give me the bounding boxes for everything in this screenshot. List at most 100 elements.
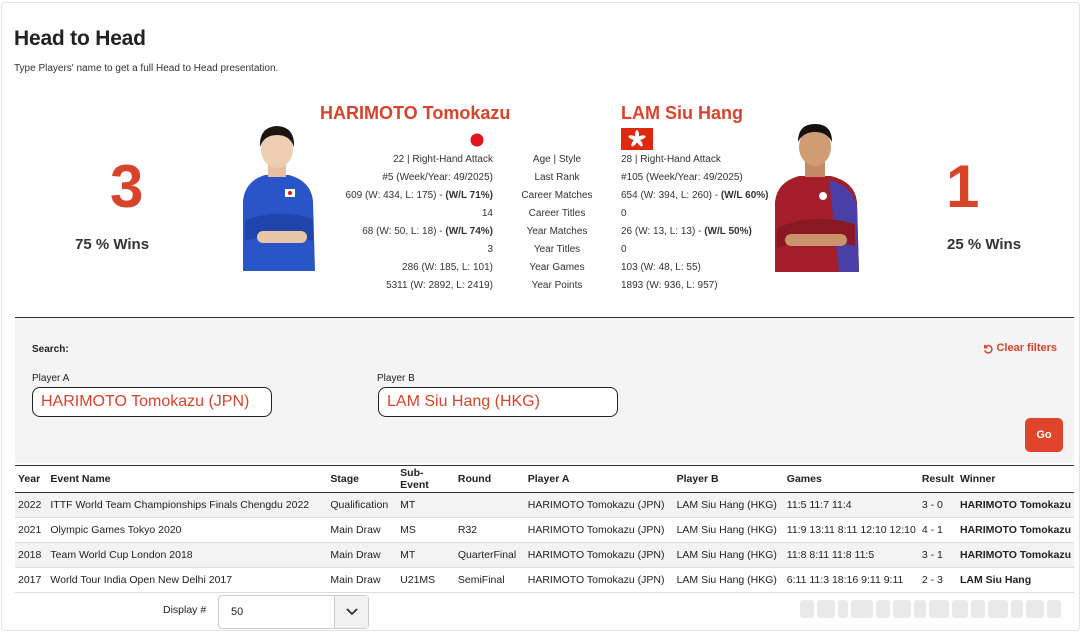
col-games[interactable]: Games	[783, 465, 919, 493]
col-winner[interactable]: Winner	[956, 465, 1074, 493]
go-button[interactable]: Go	[1025, 418, 1063, 452]
col-result[interactable]: Result	[918, 465, 957, 493]
cell-event-name: ITTF World Team Championships Finals Che…	[47, 492, 328, 518]
label-career-matches: Career Matches	[521, 190, 593, 201]
player-a-wins: 75 % Wins	[75, 236, 150, 253]
player-a-score: 3	[110, 153, 144, 220]
player-b-wins: 25 % Wins	[947, 236, 1022, 253]
label-career-titles: Career Titles	[528, 208, 586, 219]
table-row: 2017 World Tour India Open New Delhi 201…	[15, 567, 1074, 593]
cell-sub-event: U21MS	[397, 567, 455, 593]
japan-flag-icon	[469, 132, 485, 148]
cell-player-a-link[interactable]: HARIMOTO Tomokazu (JPN)	[524, 542, 674, 568]
player-b-career-titles: 0	[621, 208, 627, 219]
cell-stage: Main Draw	[327, 567, 398, 593]
label-year-matches: Year Matches	[526, 226, 588, 237]
player-a-stats: 22 | Right-Hand Attack #5 (Week/Year: 49…	[330, 151, 493, 295]
col-event-name[interactable]: Event Name	[47, 465, 328, 493]
search-label: Search:	[32, 344, 69, 355]
label-year-games: Year Games	[529, 262, 585, 273]
player-b-last-rank: #105 (Week/Year: 49/2025)	[621, 172, 743, 183]
player-a-year-points: 5311 (W: 2892, L: 2419)	[386, 280, 493, 291]
player-b-career-matches: 654 (W: 394, L: 260) - (W/L 60%)	[621, 190, 769, 201]
cell-player-a-link[interactable]: HARIMOTO Tomokazu (JPN)	[524, 492, 674, 518]
col-year[interactable]: Year	[15, 465, 48, 493]
player-a-last-rank: #5 (Week/Year: 49/2025)	[382, 172, 493, 183]
stat-labels: Age | Style Last Rank Career Matches Car…	[507, 151, 607, 295]
page-title: Head to Head	[14, 27, 146, 50]
cell-round: QuarterFinal	[454, 542, 525, 568]
cell-player-b-link[interactable]: LAM Siu Hang (HKG)	[673, 517, 784, 543]
cell-year: 2021	[15, 517, 48, 543]
cell-year: 2017	[15, 567, 48, 593]
table-row: 2022 ITTF World Team Championships Final…	[15, 492, 1074, 518]
player-a-name[interactable]: HARIMOTO Tomokazu	[320, 103, 510, 124]
cell-stage: Main Draw	[327, 517, 398, 543]
player-a-photo	[235, 123, 319, 271]
player-a-age-style: 22 | Right-Hand Attack	[393, 154, 493, 165]
cell-winner: HARIMOTO Tomokazu	[956, 542, 1074, 568]
cell-round: R32	[454, 517, 525, 543]
page-subtitle: Type Players' name to get a full Head to…	[14, 63, 279, 74]
cell-round	[454, 492, 525, 518]
cell-year: 2018	[15, 542, 48, 568]
undo-icon	[984, 344, 994, 354]
player-b-year-matches: 26 (W: 13, L: 13) - (W/L 50%)	[621, 226, 752, 237]
cell-stage: Qualification	[327, 492, 398, 518]
player-a-career-matches: 609 (W: 434, L: 175) - (W/L 71%)	[345, 190, 493, 201]
hong-kong-flag-icon	[621, 128, 653, 150]
col-player-b[interactable]: Player B	[673, 465, 784, 493]
search-panel: Search: Clear filters Player A Player B …	[15, 317, 1074, 463]
player-a-input[interactable]	[32, 387, 272, 417]
cell-player-b-link[interactable]: LAM Siu Hang (HKG)	[673, 542, 784, 568]
cell-year: 2022	[15, 492, 48, 518]
player-a-field-label: Player A	[32, 373, 70, 384]
clear-filters-label: Clear filters	[996, 342, 1057, 354]
table-row: 2021 Olympic Games Tokyo 2020 Main Draw …	[15, 517, 1074, 543]
cell-winner: HARIMOTO Tomokazu	[956, 492, 1074, 518]
cell-player-a-link[interactable]: HARIMOTO Tomokazu (JPN)	[524, 517, 674, 543]
cell-games: 11:8 8:11 11:8 11:5	[783, 542, 919, 568]
cell-event-name: World Tour India Open New Delhi 2017	[47, 567, 328, 593]
col-player-a[interactable]: Player A	[524, 465, 674, 493]
player-b-year-titles: 0	[621, 244, 627, 255]
player-b-age-style: 28 | Right-Hand Attack	[621, 154, 721, 165]
cell-event-name: Team World Cup London 2018	[47, 542, 328, 568]
cell-player-b-link[interactable]: LAM Siu Hang (HKG)	[673, 492, 784, 518]
player-a-career-titles: 14	[481, 208, 493, 219]
display-label: Display #	[163, 604, 207, 616]
chevron-down-icon[interactable]	[334, 596, 368, 628]
player-b-name[interactable]: LAM Siu Hang	[621, 103, 743, 124]
label-year-titles: Year Titles	[533, 244, 581, 255]
player-a-year-matches: 68 (W: 50, L: 18) - (W/L 74%)	[362, 226, 493, 237]
cell-sub-event: MS	[397, 517, 455, 543]
clear-filters-button[interactable]: Clear filters	[982, 342, 1057, 354]
cell-result: 3 - 1	[918, 542, 957, 568]
col-round[interactable]: Round	[454, 465, 525, 493]
cell-games: 11:5 11:7 11:4	[783, 492, 919, 518]
col-sub-event[interactable]: Sub-Event	[397, 465, 455, 493]
cell-result: 2 - 3	[918, 567, 957, 593]
cell-winner: LAM Siu Hang	[956, 567, 1074, 593]
player-b-input[interactable]	[378, 387, 618, 417]
results-table: Year Event Name Stage Sub-Event Round Pl…	[15, 465, 1074, 593]
cell-sub-event: MT	[397, 492, 455, 518]
col-stage[interactable]: Stage	[327, 465, 398, 493]
display-select-value: 50	[231, 606, 244, 618]
cell-games: 11:9 13:11 8:11 12:10 12:10	[783, 517, 919, 543]
cell-round: SemiFinal	[454, 567, 525, 593]
label-age-style: Age | Style	[532, 154, 582, 165]
display-select[interactable]: 50	[218, 595, 369, 629]
pagination-placeholder	[800, 600, 1070, 620]
cell-sub-event: MT	[397, 542, 455, 568]
player-b-field-label: Player B	[377, 373, 415, 384]
player-b-year-points: 1893 (W: 936, L: 957)	[621, 280, 718, 291]
player-b-score: 1	[946, 153, 980, 220]
cell-games: 6:11 11:3 18:16 9:11 9:11	[783, 567, 919, 593]
cell-winner: HARIMOTO Tomokazu	[956, 517, 1074, 543]
label-year-points: Year Points	[531, 280, 583, 291]
cell-result: 4 - 1	[918, 517, 957, 543]
cell-player-b-link[interactable]: LAM Siu Hang (HKG)	[673, 567, 784, 593]
cell-player-a-link[interactable]: HARIMOTO Tomokazu (JPN)	[524, 567, 674, 593]
cell-event-name: Olympic Games Tokyo 2020	[47, 517, 328, 543]
